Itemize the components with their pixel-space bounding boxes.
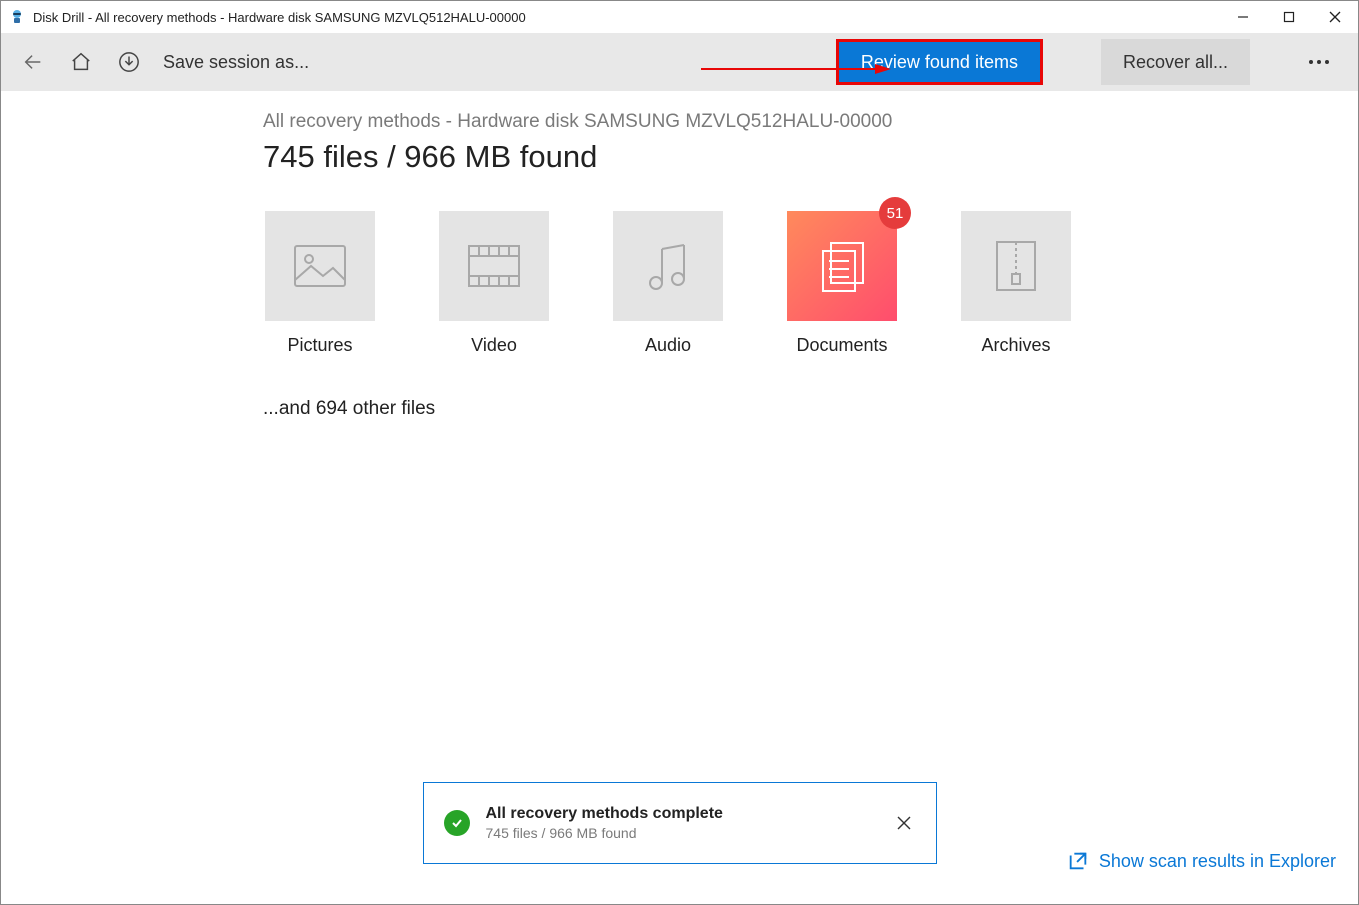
- category-label: Audio: [645, 335, 691, 356]
- category-video[interactable]: Video: [437, 211, 551, 356]
- recover-all-button[interactable]: Recover all...: [1101, 39, 1250, 85]
- pictures-icon: [265, 211, 375, 321]
- check-icon: [444, 810, 470, 836]
- toast-close-button[interactable]: [892, 811, 916, 835]
- category-label: Documents: [796, 335, 887, 356]
- back-icon[interactable]: [19, 48, 47, 76]
- review-found-items-button[interactable]: Review found items: [836, 39, 1043, 85]
- other-files-text: ...and 694 other files: [263, 398, 1358, 420]
- audio-icon: [613, 211, 723, 321]
- toast-subtitle: 745 files / 966 MB found: [486, 825, 876, 841]
- show-in-explorer-link[interactable]: Show scan results in Explorer: [1067, 850, 1336, 872]
- close-button[interactable]: [1312, 1, 1358, 33]
- toolbar: Save session as... Review found items Re…: [1, 33, 1358, 91]
- show-in-explorer-label: Show scan results in Explorer: [1099, 851, 1336, 872]
- documents-badge: 51: [879, 197, 911, 229]
- open-external-icon: [1067, 850, 1089, 872]
- completion-toast: All recovery methods complete 745 files …: [423, 782, 937, 864]
- minimize-button[interactable]: [1220, 1, 1266, 33]
- more-options-button[interactable]: [1296, 39, 1342, 85]
- save-session-button[interactable]: Save session as...: [163, 52, 309, 73]
- category-label: Archives: [981, 335, 1050, 356]
- download-icon[interactable]: [115, 48, 143, 76]
- archives-icon: [961, 211, 1071, 321]
- titlebar: Disk Drill - All recovery methods - Hard…: [1, 1, 1358, 33]
- category-label: Pictures: [287, 335, 352, 356]
- category-label: Video: [471, 335, 517, 356]
- category-row: Pictures Video Audio 51 Documents: [263, 211, 1358, 356]
- toast-title: All recovery methods complete: [486, 805, 876, 823]
- window-controls: [1220, 1, 1358, 33]
- app-icon: [9, 9, 25, 25]
- maximize-button[interactable]: [1266, 1, 1312, 33]
- main-content: All recovery methods - Hardware disk SAM…: [1, 91, 1358, 420]
- category-documents[interactable]: 51 Documents: [785, 211, 899, 356]
- category-archives[interactable]: Archives: [959, 211, 1073, 356]
- documents-icon: 51: [787, 211, 897, 321]
- video-icon: [439, 211, 549, 321]
- category-audio[interactable]: Audio: [611, 211, 725, 356]
- breadcrumb: All recovery methods - Hardware disk SAM…: [263, 111, 1358, 133]
- window-title: Disk Drill - All recovery methods - Hard…: [33, 10, 1220, 25]
- results-headline: 745 files / 966 MB found: [263, 139, 1358, 175]
- category-pictures[interactable]: Pictures: [263, 211, 377, 356]
- home-icon[interactable]: [67, 48, 95, 76]
